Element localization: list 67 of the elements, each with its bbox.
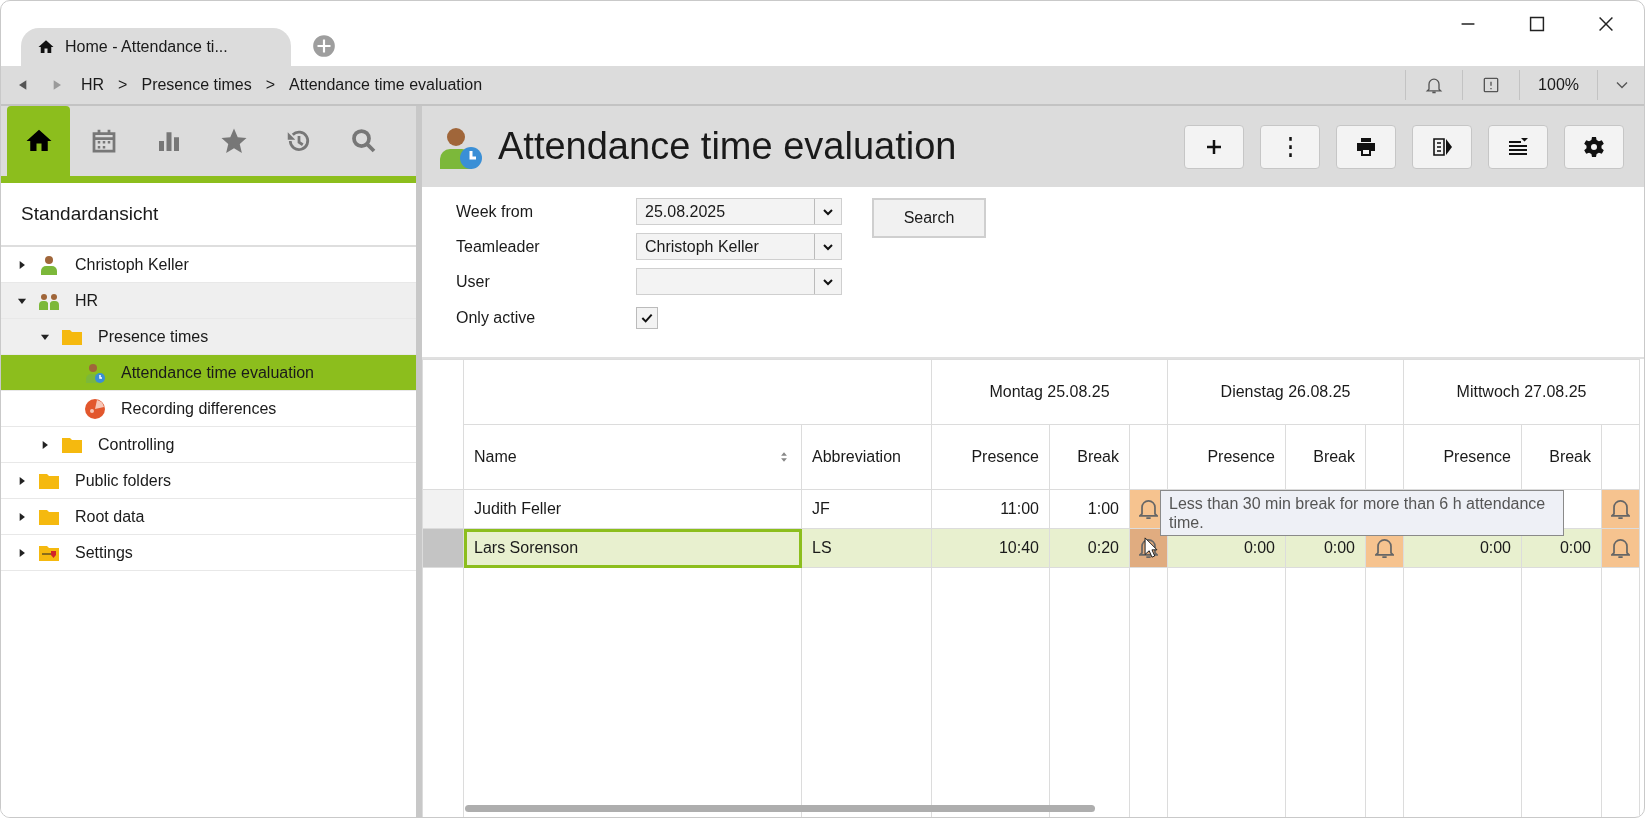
filter-label: Only active bbox=[456, 308, 537, 327]
table-cell: 11:00 bbox=[931, 489, 1050, 529]
breadcrumb-separator: > bbox=[118, 76, 128, 94]
dropdown-field[interactable] bbox=[636, 268, 842, 295]
day-header: Mittwoch 27.08.25 bbox=[1403, 359, 1640, 425]
table-cell: JF bbox=[801, 489, 932, 529]
column-header[interactable]: Name bbox=[463, 424, 802, 490]
settings-icon bbox=[1582, 134, 1606, 159]
bell-icon bbox=[1139, 499, 1158, 519]
alert-cell[interactable] bbox=[1601, 489, 1640, 529]
filter-label: User bbox=[456, 272, 491, 291]
home-tab[interactable] bbox=[7, 106, 70, 176]
table-cell: 10:40 bbox=[931, 528, 1050, 568]
add-button[interactable] bbox=[1184, 124, 1244, 169]
bell-icon bbox=[1611, 499, 1631, 519]
breadcrumb-link[interactable]: Attendance time evaluation bbox=[289, 76, 483, 94]
list-button[interactable] bbox=[1488, 124, 1548, 169]
column-header[interactable]: Presence bbox=[1403, 424, 1522, 490]
table-cell: 0:20 bbox=[1049, 528, 1130, 568]
page-title: Attendance time evaluation bbox=[498, 125, 957, 168]
column-header[interactable]: Abbreviation bbox=[801, 424, 932, 490]
day-header: Dienstag 26.08.25 bbox=[1167, 359, 1404, 425]
dots-icon bbox=[1287, 134, 1293, 159]
tree-item[interactable]: Controlling bbox=[1, 427, 416, 463]
alert-cell[interactable] bbox=[1601, 528, 1640, 568]
search-button[interactable]: Search bbox=[872, 198, 986, 238]
filter-label: Teamleader bbox=[456, 237, 541, 256]
tree-item[interactable]: HR bbox=[1, 283, 416, 319]
tree-item[interactable]: Attendance time evaluation bbox=[1, 355, 416, 391]
tree-item[interactable]: Public folders bbox=[1, 463, 416, 499]
column-header[interactable]: Break bbox=[1049, 424, 1130, 490]
export-button[interactable] bbox=[1412, 124, 1472, 169]
column-header[interactable]: Presence bbox=[1167, 424, 1286, 490]
table-cell: LS bbox=[801, 528, 932, 568]
new-tab-icon[interactable] bbox=[311, 33, 337, 59]
mouse-pointer-icon bbox=[1144, 537, 1159, 559]
settings-button[interactable] bbox=[1564, 124, 1624, 169]
view-title: Standardansicht bbox=[21, 203, 159, 225]
table-cell: Judith Feller bbox=[463, 489, 802, 529]
tree-item[interactable]: Recording differences bbox=[1, 391, 416, 427]
zoom-level[interactable]: 100% bbox=[1538, 76, 1579, 94]
filter-label: Week from bbox=[456, 202, 535, 221]
breadcrumb-link[interactable]: Presence times bbox=[141, 76, 252, 94]
breadcrumb-separator: > bbox=[265, 76, 276, 94]
breadcrumb-link[interactable]: HR bbox=[81, 76, 105, 94]
browser-tab[interactable]: Home - Attendance ti... bbox=[21, 28, 291, 66]
column-header[interactable]: Presence bbox=[931, 424, 1050, 490]
table-cell: Lars Sorenson bbox=[463, 528, 802, 568]
tree-item[interactable]: Settings bbox=[1, 535, 416, 571]
dropdown-field[interactable]: 25.08.2025 bbox=[636, 198, 842, 225]
pie-chart-icon bbox=[83, 396, 107, 421]
tab-title: Home - Attendance ti... bbox=[65, 38, 228, 56]
dropdown-field[interactable]: Christoph Keller bbox=[636, 233, 842, 260]
table-cell: 1:00 bbox=[1049, 489, 1130, 529]
bell-icon bbox=[1139, 538, 1158, 558]
tooltip: Less than 30 min break for more than 6 h attendance time. bbox=[1160, 490, 1564, 536]
print-button[interactable] bbox=[1336, 124, 1396, 169]
tree-item[interactable]: Root data bbox=[1, 499, 416, 535]
bell-icon bbox=[1375, 538, 1394, 558]
column-header[interactable]: Break bbox=[1285, 424, 1366, 490]
day-header: Montag 25.08.25 bbox=[931, 359, 1168, 425]
column-header[interactable]: Break bbox=[1521, 424, 1602, 490]
checkbox[interactable] bbox=[636, 306, 658, 329]
home-icon bbox=[37, 38, 55, 56]
bell-icon bbox=[1611, 538, 1631, 558]
tree-item[interactable]: Presence times bbox=[1, 319, 416, 355]
scrollbar[interactable] bbox=[465, 805, 1095, 812]
